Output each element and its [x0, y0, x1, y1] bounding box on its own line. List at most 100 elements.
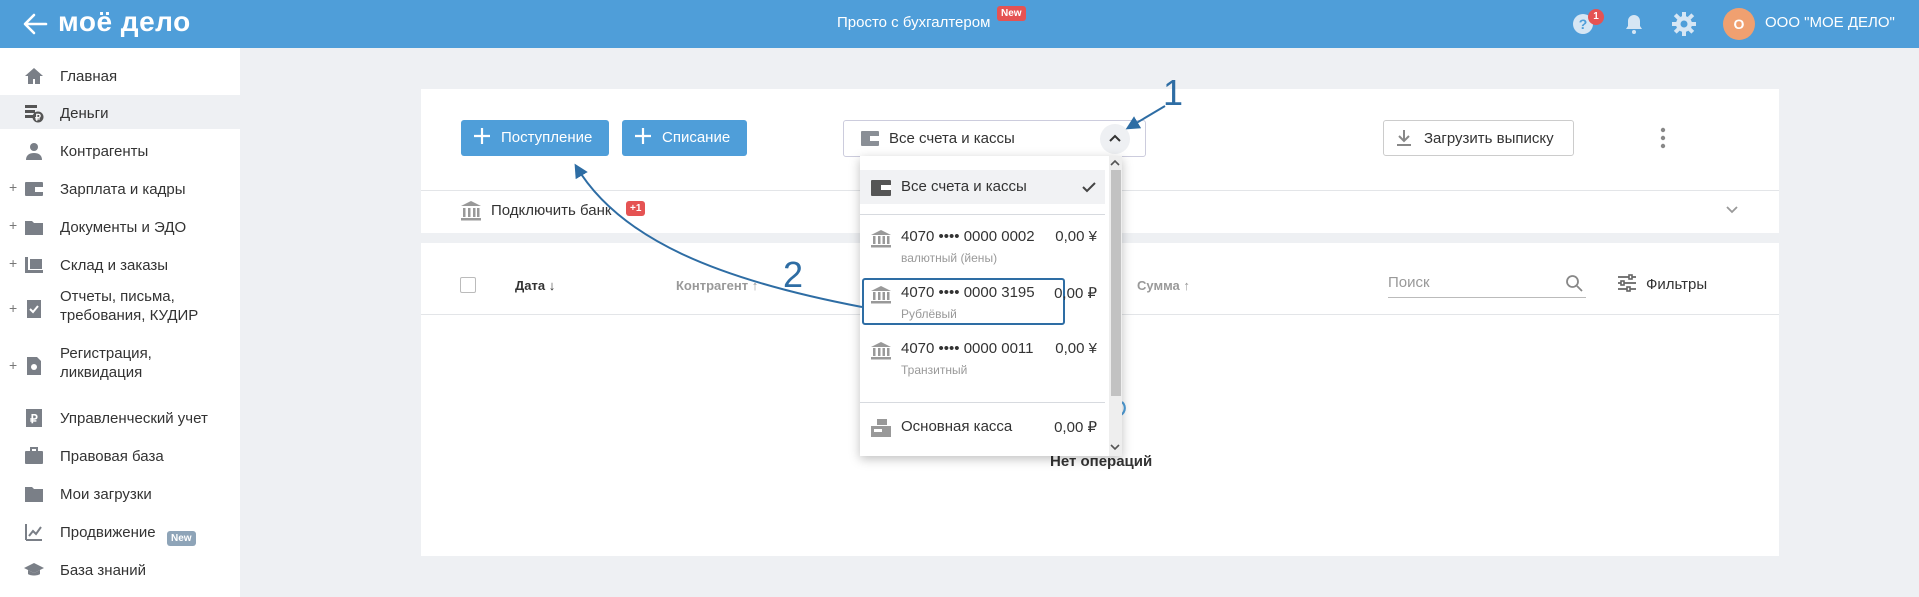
checkmark-icon [1082, 182, 1096, 193]
bell-icon[interactable] [1622, 12, 1646, 36]
connect-bank-badge: +1 [626, 201, 646, 216]
dropdown-option-cash[interactable]: Основная касса 0,00 ₽ [860, 410, 1105, 446]
salary-icon [25, 182, 43, 196]
select-all-checkbox[interactable] [460, 277, 476, 293]
search-underline [1388, 297, 1586, 298]
account-amount: 0,00 ¥ [1055, 228, 1097, 245]
income-button[interactable]: Поступление [461, 120, 609, 156]
upload-statement-button[interactable]: Загрузить выписку [1383, 120, 1574, 156]
cash-register-icon [871, 419, 891, 437]
expense-button[interactable]: Списание [622, 120, 747, 156]
expand-icon[interactable]: + [9, 255, 17, 271]
connect-bank-link[interactable]: Подключить банк [491, 202, 611, 219]
bank-icon [871, 342, 891, 360]
sidebar-item-downloads[interactable]: Мои загрузки [0, 476, 240, 510]
column-contractor[interactable]: Контрагент ↑ [676, 278, 758, 293]
account-number: 4070 •••• 0000 0011 [901, 340, 1034, 357]
logo[interactable]: моё дело [58, 6, 191, 38]
expand-icon[interactable]: + [9, 217, 17, 233]
sidebar-item-label: Деньги [60, 105, 109, 122]
registration-icon [27, 357, 41, 375]
back-arrow-icon[interactable] [20, 9, 50, 39]
svg-text:?: ? [1579, 16, 1588, 32]
briefcase-icon [25, 447, 43, 464]
sidebar-item-registration[interactable]: + Регистрация, ликвидация [0, 342, 240, 390]
collapse-button[interactable] [1100, 124, 1130, 154]
expand-icon[interactable]: + [9, 300, 17, 316]
promotion-new-badge: New [167, 531, 196, 546]
reports-icon [27, 300, 41, 318]
sidebar-item-management[interactable]: ₽ Управленческий учет [0, 400, 240, 434]
sidebar-item-knowledge[interactable]: База знаний [0, 552, 240, 586]
sidebar-item-contractors[interactable]: Контрагенты [0, 133, 240, 167]
service-title[interactable]: Просто с бухгалтером [837, 14, 990, 31]
dropdown-option-account[interactable]: 4070 •••• 0000 0011 0,00 ¥ Транзитный [860, 332, 1105, 382]
sidebar: Главная ₽ Деньги Контрагенты + Зарплата … [0, 48, 240, 597]
wallet-icon [871, 180, 891, 196]
search-input[interactable]: Поиск [1388, 274, 1430, 291]
account-type: Транзитный [901, 363, 968, 377]
bank-icon [871, 286, 891, 304]
promotion-icon [25, 524, 42, 541]
accounts-select-value: Все счета и кассы [889, 130, 1015, 147]
sidebar-item-label: Документы и ЭДО [60, 219, 187, 236]
column-date[interactable]: Дата ↓ [515, 278, 555, 293]
home-icon [25, 68, 43, 84]
account-type: Рублёвый [901, 307, 957, 321]
sidebar-item-documents[interactable]: + Документы и ЭДО [0, 209, 240, 243]
sidebar-item-promotion[interactable]: Продвижение [0, 514, 240, 548]
avatar[interactable]: О [1723, 8, 1755, 40]
scroll-up-arrow-icon[interactable] [1110, 159, 1120, 167]
option-label: Все счета и кассы [901, 178, 1027, 195]
company-name[interactable]: ООО "МОЕ ДЕЛО" [1765, 14, 1895, 31]
account-type: валютный (йены) [901, 251, 998, 265]
documents-icon [25, 221, 43, 235]
search-icon[interactable] [1565, 274, 1583, 292]
sidebar-item-money[interactable]: ₽ Деньги [0, 95, 240, 129]
warehouse-icon [25, 257, 43, 273]
graduation-cap-icon [24, 563, 44, 576]
income-button-label: Поступление [501, 129, 593, 146]
svg-text:₽: ₽ [30, 412, 38, 426]
dropdown-separator [860, 402, 1105, 403]
chevron-down-icon[interactable] [1724, 204, 1740, 216]
sidebar-item-legal[interactable]: Правовая база [0, 438, 240, 472]
wallet-icon [861, 131, 879, 146]
plus-icon [635, 128, 651, 144]
dropdown-option-account-selected[interactable]: 4070 •••• 0000 3195 0,00 ₽ Рублёвый [860, 276, 1105, 326]
column-sum[interactable]: Сумма ↑ [1137, 278, 1190, 293]
sidebar-item-label: Зарплата и кадры [60, 181, 186, 198]
sidebar-item-home[interactable]: Главная [0, 58, 240, 92]
sidebar-item-label: Отчеты, письма, требования, КУДИР [60, 288, 199, 324]
management-icon: ₽ [26, 409, 42, 427]
dropdown-option-all[interactable]: Все счета и кассы [860, 170, 1105, 204]
more-options-icon[interactable] [1655, 124, 1671, 152]
filters-icon[interactable] [1617, 274, 1637, 292]
annotation-number-1: 1 [1163, 72, 1184, 113]
contractors-icon [26, 143, 42, 160]
sidebar-item-salary[interactable]: + Зарплата и кадры [0, 171, 240, 205]
download-icon [1397, 130, 1411, 146]
dropdown-option-account[interactable]: 4070 •••• 0000 0002 0,00 ¥ валютный (йен… [860, 220, 1105, 270]
folder-icon [25, 487, 43, 502]
gear-icon[interactable] [1671, 11, 1697, 37]
dropdown-scrollbar-thumb[interactable] [1111, 170, 1121, 396]
annotation-number-2: 2 [783, 254, 804, 295]
chevron-up-icon [1109, 134, 1121, 142]
dropdown-separator [860, 214, 1105, 215]
sidebar-item-label: Мои загрузки [60, 486, 152, 503]
sidebar-item-label: Главная [60, 68, 118, 85]
expand-icon[interactable]: + [9, 179, 17, 195]
sidebar-item-warehouse[interactable]: + Склад и заказы [0, 247, 240, 281]
filters-button[interactable]: Фильтры [1646, 276, 1707, 293]
sidebar-item-reports[interactable]: + Отчеты, письма, требования, КУДИР [0, 285, 240, 333]
cash-label: Основная касса [901, 418, 1013, 435]
sidebar-item-label: Управленческий учет [60, 410, 208, 427]
expand-icon[interactable]: + [9, 357, 17, 373]
new-badge: New [997, 6, 1026, 21]
account-number: 4070 •••• 0000 3195 [901, 284, 1035, 301]
sidebar-item-label: Контрагенты [60, 143, 149, 160]
money-icon: ₽ [25, 105, 44, 123]
svg-text:₽: ₽ [35, 113, 41, 123]
scroll-down-arrow-icon[interactable] [1110, 443, 1120, 451]
